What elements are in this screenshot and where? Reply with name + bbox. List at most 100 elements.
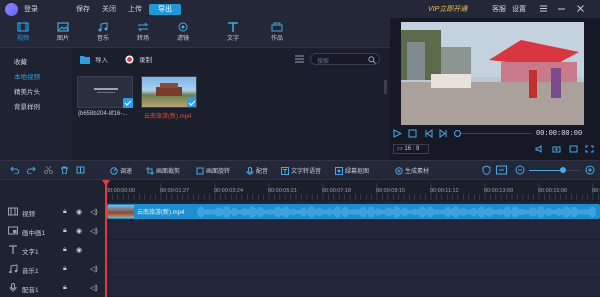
green-screen-icon <box>335 166 343 175</box>
minimize-icon[interactable] <box>556 3 567 14</box>
sidebar-item-backgrounds[interactable]: 背景样例 <box>14 101 40 111</box>
prev-frame-icon[interactable] <box>424 129 433 138</box>
close-button[interactable]: 关闭 <box>102 4 116 14</box>
video-track-icon <box>8 207 18 216</box>
sidebar-item-intros[interactable]: 精美片头 <box>14 86 40 96</box>
media-thumb-1[interactable] <box>77 76 133 108</box>
track-header-text[interactable]: 文字1 🔒︎ ◉ <box>0 240 105 259</box>
video-clip[interactable]: 云南旅游(新).mp4 <box>107 204 600 219</box>
fullscreen-icon[interactable] <box>585 145 594 153</box>
track-header-video[interactable]: 视频 🔒︎ ◉ ◁) <box>0 202 105 221</box>
transition-icon <box>137 22 149 32</box>
eye-icon[interactable]: ◉ <box>76 208 82 216</box>
dub-track-icon <box>9 283 17 292</box>
cut-icon[interactable] <box>44 166 53 174</box>
eye-icon[interactable]: ◉ <box>76 227 82 235</box>
tab-video[interactable]: 视频 <box>6 22 40 42</box>
lock-icon[interactable]: 🔒︎ <box>63 208 67 216</box>
tts-button[interactable]: 文字转语音 <box>281 166 321 175</box>
list-view-icon[interactable] <box>295 55 304 63</box>
close-window-icon[interactable] <box>575 3 586 14</box>
speaker-icon[interactable]: ◁) <box>90 227 98 235</box>
volume-icon[interactable] <box>535 145 544 153</box>
lock-icon[interactable]: 🔒︎ <box>63 227 67 235</box>
tts-icon <box>281 166 289 175</box>
ruler-label: 00:00:17:0 <box>592 188 600 194</box>
split-icon[interactable] <box>76 166 85 174</box>
tab-works[interactable]: 作品 <box>260 22 294 42</box>
ruler-label: 00:00:05:21 <box>268 188 298 194</box>
upload-button[interactable]: 上传 <box>128 4 142 14</box>
checkbox-checked[interactable] <box>187 98 196 107</box>
crop-button[interactable]: 画面裁剪 <box>146 166 180 175</box>
export-button[interactable]: 导出 <box>149 4 181 15</box>
speaker-icon[interactable]: ◁) <box>90 284 98 292</box>
next-frame-icon[interactable] <box>439 129 448 138</box>
undo-icon[interactable] <box>10 166 19 174</box>
record-button[interactable]: 录制 <box>125 54 152 64</box>
rotate-button[interactable]: 画面旋转 <box>196 166 230 175</box>
clip-thumbnail <box>108 205 134 218</box>
checkbox-checked[interactable] <box>123 98 133 108</box>
progress-handle[interactable] <box>454 130 461 137</box>
menu-icon[interactable] <box>538 3 549 14</box>
track-lane-text[interactable] <box>105 240 600 259</box>
delete-icon[interactable] <box>60 166 69 174</box>
sidebar-item-favorites[interactable]: 收藏 <box>14 56 27 66</box>
speaker-icon[interactable]: ◁) <box>90 265 98 273</box>
tab-image[interactable]: 图片 <box>46 22 80 42</box>
tab-music[interactable]: 音乐 <box>86 22 120 42</box>
green-screen-button[interactable]: 绿幕抠图 <box>335 166 369 175</box>
tab-text[interactable]: 文字 <box>216 22 250 42</box>
expand-icon[interactable] <box>569 145 578 153</box>
zoom-handle[interactable] <box>560 167 566 173</box>
record-icon <box>125 55 134 63</box>
lock-icon[interactable]: 🔒︎ <box>63 265 67 273</box>
track-lane-music[interactable] <box>105 259 600 278</box>
tab-transition[interactable]: 转场 <box>126 22 160 42</box>
track-lane-dub[interactable] <box>105 278 600 297</box>
lock-icon[interactable]: 🔒︎ <box>63 246 67 254</box>
search-icon[interactable] <box>368 55 376 64</box>
track-header-music[interactable]: 音乐1 🔒︎ ◁) <box>0 259 105 278</box>
media-caption-1: {b658b204-8f16-... <box>78 111 128 117</box>
speaker-icon[interactable]: ◁) <box>90 208 98 216</box>
zoom-in-icon[interactable] <box>585 165 595 175</box>
settings-button[interactable]: 设置 <box>512 4 526 14</box>
track-header-dub[interactable]: 配音1 🔒︎ ◁) <box>0 278 105 297</box>
speed-button[interactable]: 调速 <box>110 166 132 175</box>
fit-icon[interactable] <box>496 165 507 175</box>
import-button[interactable]: 导入 <box>80 54 108 64</box>
pip-track-icon <box>8 226 18 235</box>
ruler-label: 00:00:11:12 <box>430 188 459 194</box>
media-caption-2: 云南旅游(新).mp4 <box>144 114 192 120</box>
shield-icon[interactable] <box>482 165 491 175</box>
track-lane-pip[interactable] <box>105 221 600 240</box>
login-button[interactable]: 登录 <box>24 4 38 14</box>
media-thumb-2[interactable] <box>141 76 197 108</box>
track-header-pip[interactable]: 画中画1 🔒︎ ◉ ◁) <box>0 221 105 240</box>
vip-link[interactable]: VIP立即开通 <box>428 4 467 14</box>
eye-icon[interactable]: ◉ <box>76 246 82 254</box>
stop-icon[interactable] <box>408 129 417 138</box>
play-icon[interactable] <box>393 129 402 138</box>
save-button[interactable]: 保存 <box>76 4 90 14</box>
text-track-icon <box>9 245 17 254</box>
generate-material-button[interactable]: 生成素材 <box>395 166 429 175</box>
preview-progress[interactable] <box>456 133 532 134</box>
aspect-ratio-select[interactable]: ▭ 16 : 9 <box>393 144 429 154</box>
library-scrollbar[interactable] <box>384 80 387 94</box>
lock-icon[interactable]: 🔒︎ <box>63 284 67 292</box>
dubbing-button[interactable]: 配音 <box>246 166 268 175</box>
service-button[interactable]: 客服 <box>492 4 506 14</box>
zoom-out-icon[interactable] <box>515 165 525 175</box>
playhead[interactable] <box>105 180 107 297</box>
ruler-label: 00:00:15:06 <box>538 188 568 194</box>
screenshot-icon[interactable] <box>552 145 561 153</box>
tab-filter[interactable]: 滤镜 <box>166 22 200 42</box>
redo-icon[interactable] <box>27 166 36 174</box>
sidebar-item-local-video[interactable]: 本地视频 <box>14 71 40 81</box>
speed-icon <box>110 166 118 175</box>
search-input[interactable]: 搜索 <box>310 53 380 65</box>
monitor-icon: ▭ <box>397 146 403 152</box>
